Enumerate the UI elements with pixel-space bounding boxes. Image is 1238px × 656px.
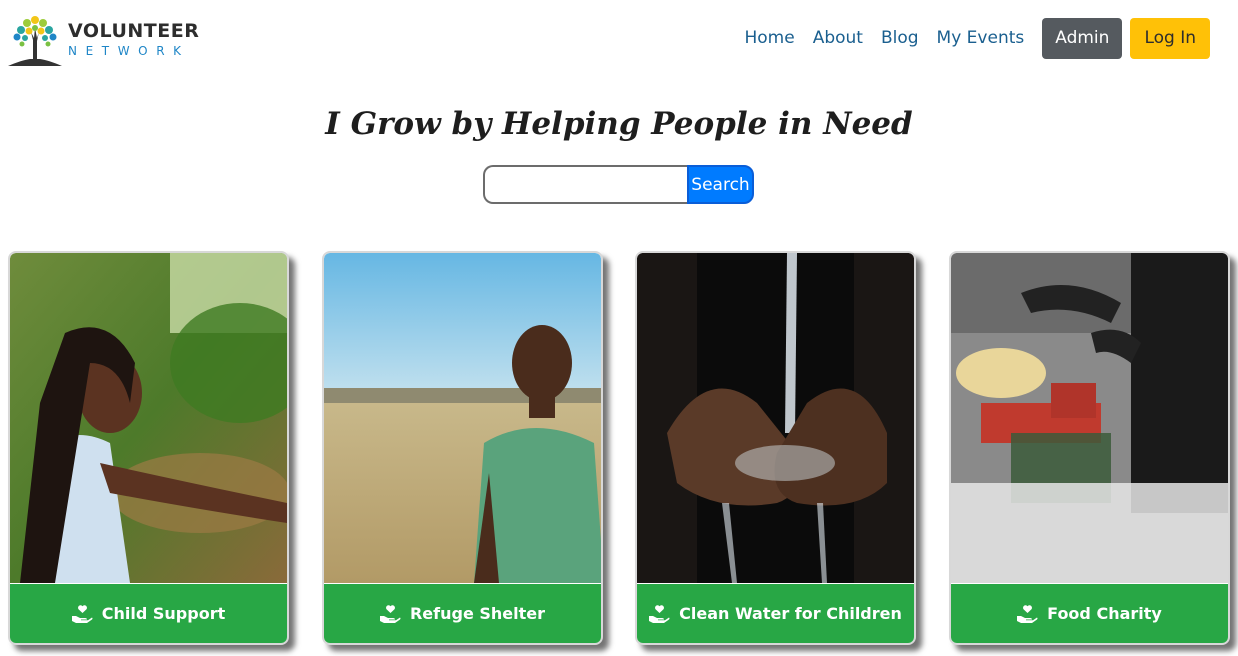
card-footer[interactable]: Food Charity	[951, 584, 1228, 643]
tree-logo-icon	[8, 16, 62, 66]
cause-card-child-support[interactable]: Child Support	[8, 251, 289, 645]
login-button[interactable]: Log In	[1130, 17, 1210, 59]
brand-logo[interactable]: VOLUNTEER NETWORK	[8, 10, 199, 68]
admin-button[interactable]: Admin	[1042, 17, 1123, 59]
search-input[interactable]	[483, 165, 687, 204]
cause-card-clean-water[interactable]: Clean Water for Children	[635, 251, 916, 645]
main-nav: Home About Blog My Events Admin Log In	[745, 17, 1210, 59]
nav-link-about[interactable]: About	[813, 17, 863, 59]
nav-link-my-events[interactable]: My Events	[937, 17, 1025, 59]
search-button[interactable]: Search	[687, 165, 754, 204]
card-label: Refuge Shelter	[409, 604, 546, 623]
card-footer[interactable]: Clean Water for Children	[637, 584, 914, 643]
brand-title: VOLUNTEER	[68, 20, 200, 42]
nav-link-home[interactable]: Home	[745, 17, 795, 59]
helping-hand-heart-icon	[71, 605, 93, 623]
brand-text: VOLUNTEER NETWORK	[68, 20, 199, 58]
helping-hand-heart-icon	[379, 605, 401, 623]
search-form: Search	[483, 165, 754, 204]
girl-outdoors-photo	[10, 253, 287, 583]
card-label: Food Charity	[1047, 604, 1162, 623]
nav-link-blog[interactable]: Blog	[881, 17, 919, 59]
card-label: Clean Water for Children	[679, 604, 902, 623]
cause-card-refuge-shelter[interactable]: Refuge Shelter	[322, 251, 603, 645]
helping-hand-heart-icon	[649, 605, 670, 623]
site-header: VOLUNTEER NETWORK Home About Blog My Eve…	[0, 0, 1238, 80]
food-donation-photo	[951, 253, 1228, 583]
page-tagline: I Grow by Helping People in Need	[325, 106, 913, 142]
helping-hand-heart-icon	[1017, 605, 1038, 623]
card-label: Child Support	[101, 604, 226, 623]
water-in-hands-photo	[637, 253, 914, 583]
brand-subtitle: NETWORK	[68, 44, 190, 58]
card-footer[interactable]: Child Support	[10, 584, 287, 643]
boy-in-field-photo	[324, 253, 601, 583]
cause-card-food-charity[interactable]: Food Charity	[949, 251, 1230, 645]
card-footer[interactable]: Refuge Shelter	[324, 584, 601, 643]
